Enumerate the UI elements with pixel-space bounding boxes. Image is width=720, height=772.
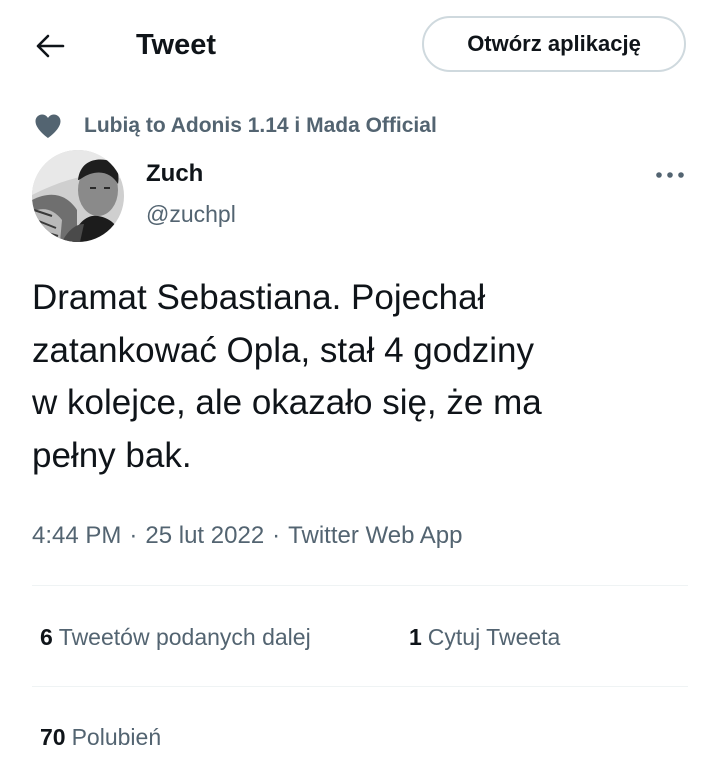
tweet-meta: 4:44 PM · 25 lut 2022 · Twitter Web App xyxy=(32,520,462,552)
quotes-label: Cytuj Tweeta xyxy=(427,624,561,650)
top-bar: Tweet Otwórz aplikację xyxy=(0,0,720,92)
likes-stat[interactable]: 70 Polubień xyxy=(40,722,161,752)
quotes-count: 1 xyxy=(409,624,422,650)
author-handle[interactable]: @zuchpl xyxy=(146,199,236,229)
likes-label: Polubień xyxy=(71,724,162,750)
retweets-stat[interactable]: 6 Tweetów podanych dalej xyxy=(40,622,311,652)
arrow-left-icon xyxy=(36,34,65,58)
heart-icon xyxy=(34,112,62,140)
retweets-count: 6 xyxy=(40,624,53,650)
quotes-stat[interactable]: 1 Cytuj Tweeta xyxy=(409,622,560,652)
page-title: Tweet xyxy=(136,29,217,61)
more-options-button[interactable] xyxy=(650,160,690,190)
open-app-button[interactable]: Otwórz aplikację xyxy=(422,16,686,72)
likes-count: 70 xyxy=(40,724,66,750)
tweet-source: Twitter Web App xyxy=(288,522,463,549)
meta-separator: · xyxy=(129,522,138,549)
tweet-text: Dramat Sebastiana. Pojechał zatankować O… xyxy=(32,278,542,475)
retweets-label: Tweetów podanych dalej xyxy=(58,624,311,650)
more-dots-icon xyxy=(656,172,684,178)
back-button[interactable] xyxy=(30,26,70,66)
meta-separator: · xyxy=(272,522,281,549)
divider xyxy=(32,686,688,687)
avatar[interactable] xyxy=(32,150,124,242)
social-context: Lubią to Adonis 1.14 i Mada Official xyxy=(34,110,437,142)
tweet-time[interactable]: 4:44 PM xyxy=(32,522,121,549)
social-context-text[interactable]: Lubią to Adonis 1.14 i Mada Official xyxy=(84,114,437,138)
author-name[interactable]: Zuch xyxy=(146,159,203,189)
divider xyxy=(32,585,688,586)
tweet-date[interactable]: 25 lut 2022 xyxy=(145,522,264,549)
